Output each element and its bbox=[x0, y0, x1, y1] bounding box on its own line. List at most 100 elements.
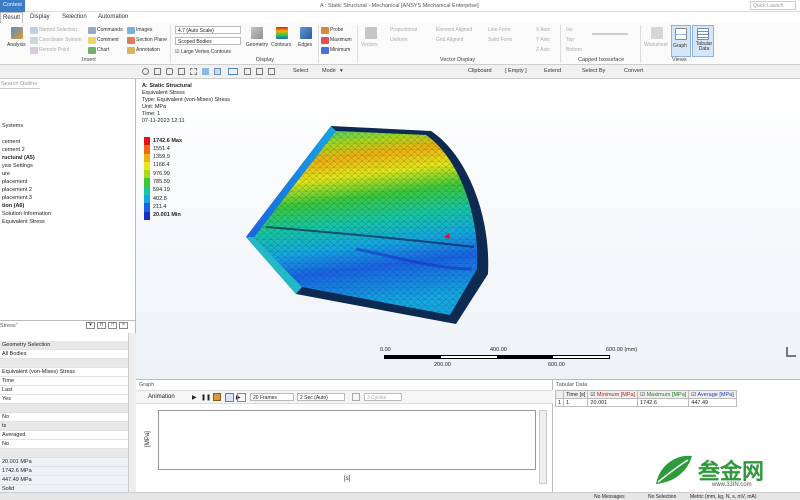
duration-select[interactable]: 2 Sec (Auto) bbox=[297, 393, 345, 401]
column-header[interactable]: ☑ Maximum [MPa] bbox=[637, 390, 690, 399]
fea-model-contour[interactable] bbox=[236, 119, 506, 339]
pin-icon[interactable]: ⊓ bbox=[97, 322, 106, 329]
select-button[interactable]: Select bbox=[293, 68, 308, 74]
section-plane-button[interactable]: Section Plane bbox=[136, 37, 167, 43]
top-option[interactable]: Top bbox=[566, 37, 574, 43]
context-tab[interactable]: Context bbox=[0, 0, 25, 12]
deformation-scale-select[interactable]: 4.7 (Auto Scale) bbox=[175, 26, 241, 34]
tab-display[interactable]: Display bbox=[30, 14, 50, 20]
remote-point-button[interactable]: Remote Point bbox=[39, 47, 69, 53]
messages-status[interactable]: No Messages bbox=[594, 494, 625, 500]
convert-dropdown[interactable]: Convert bbox=[624, 68, 643, 74]
tree-item[interactable]: Systems bbox=[2, 123, 23, 129]
annotation-button[interactable]: Annotation bbox=[136, 47, 160, 53]
edges-button[interactable]: Edges bbox=[297, 27, 315, 55]
tree-item[interactable]: ure bbox=[2, 171, 10, 177]
details-row[interactable]: No bbox=[0, 413, 128, 422]
pan-icon[interactable] bbox=[142, 68, 149, 75]
chart-button[interactable]: Chart bbox=[97, 47, 109, 53]
comment-button[interactable]: Comment bbox=[97, 37, 119, 43]
details-row[interactable]: Yes bbox=[0, 395, 128, 404]
graphics-viewport[interactable]: A: Static Structural Equivalent Stress T… bbox=[136, 79, 800, 379]
face-select-icon[interactable] bbox=[268, 68, 275, 75]
frames-select[interactable]: 20 Frames bbox=[250, 393, 294, 401]
tree-item[interactable]: placement 3 bbox=[2, 195, 32, 201]
maximize-icon[interactable]: □ bbox=[108, 322, 117, 329]
tree-item[interactable]: cement 2 bbox=[2, 147, 25, 153]
graph-scrollbar[interactable] bbox=[539, 410, 547, 484]
vectors-button[interactable]: Vectors bbox=[360, 27, 382, 55]
minimum-button[interactable]: Minimum bbox=[330, 47, 350, 53]
column-header[interactable]: ☑ Minimum [MPa] bbox=[587, 390, 639, 399]
tab-selection[interactable]: Selection bbox=[62, 14, 87, 20]
table-row[interactable]: 1 1. 20.001 1742.6 447.49 bbox=[554, 398, 737, 407]
details-row[interactable]: No bbox=[0, 440, 128, 449]
select-mode-icon[interactable] bbox=[228, 68, 238, 75]
dropdown-icon[interactable]: ▾ bbox=[86, 322, 95, 329]
checkbox-icon[interactable]: ☑ bbox=[691, 392, 696, 398]
details-row[interactable]: All Bodies bbox=[0, 350, 128, 359]
units-status[interactable]: Metric (mm, kg, N, s, mV, mA) bbox=[690, 494, 756, 500]
named-selection-button[interactable]: Named Selection bbox=[39, 27, 77, 33]
tree-item[interactable]: Equivalent Stress bbox=[2, 219, 45, 225]
stop-button[interactable] bbox=[213, 393, 221, 401]
graph-view-button[interactable]: Graph bbox=[671, 25, 691, 57]
outline-search-input[interactable]: Search Outline bbox=[0, 79, 40, 89]
extend-dropdown[interactable]: Extend bbox=[544, 68, 561, 74]
solid-form-option[interactable]: Solid Form bbox=[488, 37, 512, 43]
column-header[interactable]: Time [s] bbox=[563, 390, 589, 399]
triad-icon[interactable] bbox=[786, 347, 796, 357]
tree-item[interactable]: placement bbox=[2, 179, 27, 185]
details-row[interactable]: Equivalent (von-Mises) Stress bbox=[0, 368, 128, 377]
column-header[interactable]: ☑ Average [MPa] bbox=[688, 390, 737, 399]
quick-launch-input[interactable]: Quick Launch bbox=[750, 1, 796, 10]
play-button[interactable]: ▶ bbox=[192, 394, 197, 401]
geometry-button[interactable]: Geometry bbox=[246, 27, 268, 55]
worksheet-button[interactable]: Worksheet bbox=[644, 27, 670, 55]
proportional-option[interactable]: Proportional bbox=[390, 27, 417, 33]
tree-item[interactable]: cement bbox=[2, 139, 20, 145]
mode-dropdown[interactable]: Mode bbox=[322, 68, 336, 74]
details-row[interactable]: Time bbox=[0, 377, 128, 386]
z-axis-option[interactable]: Z Axis bbox=[536, 47, 550, 53]
tree-item[interactable]: ysis Settings bbox=[2, 163, 33, 169]
vertex-select-icon[interactable] bbox=[244, 68, 251, 75]
uniform-option[interactable]: Uniform bbox=[390, 37, 408, 43]
tab-automation[interactable]: Automation bbox=[98, 14, 128, 20]
rotate-icon[interactable] bbox=[166, 68, 173, 75]
tree-item[interactable]: Solution Information bbox=[2, 211, 51, 217]
result-sets-icon[interactable] bbox=[237, 393, 246, 402]
zoom-icon[interactable] bbox=[154, 68, 161, 75]
contours-button[interactable]: Contours bbox=[270, 27, 296, 55]
bottom-option[interactable]: Bottom bbox=[566, 47, 582, 53]
box-zoom-icon[interactable] bbox=[190, 68, 197, 75]
line-form-option[interactable]: Line Form bbox=[488, 27, 511, 33]
select-by-dropdown[interactable]: Select By bbox=[582, 68, 605, 74]
checkbox-icon[interactable]: ☑ bbox=[640, 392, 645, 398]
edge-select-icon[interactable] bbox=[256, 68, 263, 75]
checkbox-icon[interactable]: ☑ bbox=[590, 392, 595, 398]
coordinate-system-button[interactable]: Coordinate System bbox=[39, 37, 82, 43]
cycles-select[interactable]: 3 Cycles bbox=[364, 393, 402, 401]
scoped-bodies-select[interactable]: Scoped Bodies bbox=[175, 37, 241, 45]
pause-button[interactable]: ❚❚ bbox=[201, 394, 211, 401]
grid-aligned-option[interactable]: Grid Aligned bbox=[436, 37, 463, 43]
isosurface-slider[interactable] bbox=[592, 33, 628, 35]
large-vertex-contours-checkbox[interactable]: ☑ Large Vertex Contours bbox=[175, 49, 231, 55]
isometric-icon[interactable] bbox=[202, 68, 209, 75]
y-axis-option[interactable]: Y Axis bbox=[536, 37, 550, 43]
analysis-button[interactable]: Analysis bbox=[6, 27, 28, 55]
probe-button[interactable]: Probe bbox=[330, 27, 343, 33]
tree-item[interactable]: ructural (A5) bbox=[2, 155, 35, 161]
commands-button[interactable]: Commands bbox=[97, 27, 123, 33]
details-row[interactable]: Averaged bbox=[0, 431, 128, 440]
tree-item[interactable]: placement 2 bbox=[2, 187, 32, 193]
images-button[interactable]: Images bbox=[136, 27, 152, 33]
tab-result[interactable]: Result bbox=[0, 12, 24, 23]
x-axis-option[interactable]: X Axis bbox=[536, 27, 550, 33]
iso-option[interactable]: Iso bbox=[566, 27, 573, 33]
element-aligned-option[interactable]: Element Aligned bbox=[436, 27, 472, 33]
tabular-data-view-button[interactable]: Tabular Data bbox=[692, 25, 714, 57]
maximum-button[interactable]: Maximum bbox=[330, 37, 352, 43]
distributed-frames-icon[interactable] bbox=[225, 393, 234, 402]
